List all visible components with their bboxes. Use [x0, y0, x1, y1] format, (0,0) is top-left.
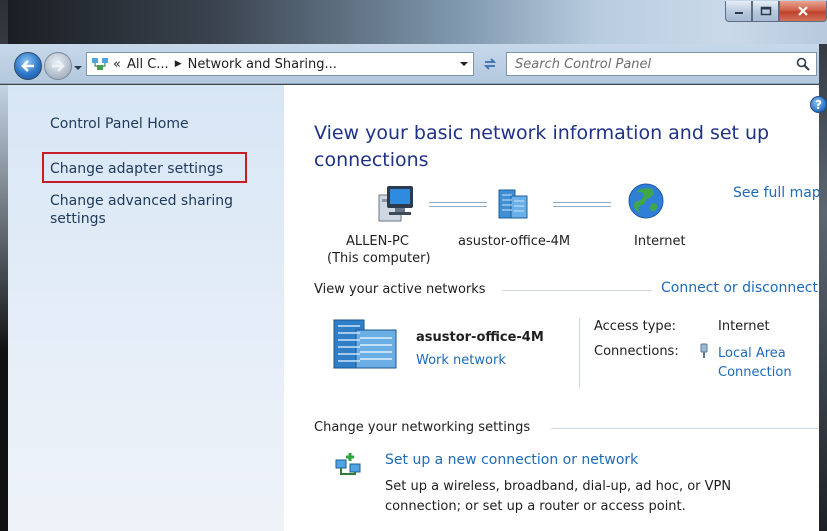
- network-center-icon: [92, 58, 108, 70]
- connections-label: Connections:: [594, 344, 679, 359]
- internet-globe-icon[interactable]: [627, 182, 665, 220]
- map-connector-line: [553, 202, 611, 207]
- section-divider: [502, 290, 652, 291]
- breadcrumb-overflow[interactable]: «: [113, 57, 121, 72]
- search-input[interactable]: [515, 56, 775, 72]
- minimize-icon: [734, 12, 743, 14]
- vertical-divider: [579, 318, 580, 388]
- map-connector-line: [429, 202, 487, 207]
- help-button[interactable]: ?: [810, 96, 827, 113]
- computer-icon[interactable]: [373, 183, 417, 223]
- change-adapter-settings-link[interactable]: Change adapter settings: [50, 160, 223, 178]
- page-title: View your basic network information and …: [314, 122, 770, 171]
- window-controls: [725, 1, 827, 25]
- breadcrumb-network-and-sharing[interactable]: Network and Sharing...: [188, 57, 337, 72]
- recent-pages-button[interactable]: [73, 62, 83, 72]
- see-full-map-link[interactable]: See full map: [733, 185, 821, 201]
- network-name-label: asustor-office-4M: [458, 234, 571, 249]
- maximize-button[interactable]: [752, 1, 779, 22]
- address-dropdown-icon[interactable]: [459, 59, 469, 69]
- refresh-button[interactable]: [478, 52, 502, 76]
- local-area-connection-link[interactable]: Local Area Connection: [718, 344, 808, 382]
- network-building-icon[interactable]: [497, 186, 531, 220]
- window-border: [0, 85, 8, 531]
- breadcrumb-separator-icon[interactable]: ▶: [175, 59, 182, 69]
- setup-new-connection-link[interactable]: Set up a new connection or network: [385, 452, 638, 468]
- breadcrumb-all-control-panel[interactable]: All C...: [127, 57, 169, 72]
- change-advanced-sharing-settings-link[interactable]: Change advanced sharing settings: [50, 192, 250, 228]
- connect-or-disconnect-link[interactable]: Connect or disconnect: [661, 280, 818, 296]
- change-settings-title: Change your networking settings: [314, 420, 531, 435]
- close-icon: [798, 6, 808, 16]
- access-type-label: Access type:: [594, 319, 677, 334]
- network-building-icon: [333, 319, 397, 369]
- new-connection-icon: [335, 453, 361, 475]
- ethernet-plug-icon: [700, 343, 708, 358]
- back-arrow-icon: [21, 60, 34, 72]
- active-networks-title: View your active networks: [314, 282, 486, 297]
- minimize-button[interactable]: [725, 1, 752, 22]
- search-box[interactable]: [506, 52, 817, 76]
- section-divider: [551, 428, 818, 429]
- active-network-name: asustor-office-4M: [416, 330, 544, 345]
- chevron-down-icon: [74, 66, 82, 70]
- forward-button[interactable]: [44, 52, 72, 80]
- forward-arrow-icon: [52, 60, 65, 72]
- control-panel-home-link[interactable]: Control Panel Home: [50, 115, 189, 133]
- search-icon[interactable]: [796, 57, 810, 71]
- address-bar[interactable]: « All C... ▶ Network and Sharing...: [86, 52, 474, 76]
- computer-sub-label: (This computer): [327, 251, 431, 266]
- computer-name-label: ALLEN-PC: [346, 234, 409, 249]
- title-bar[interactable]: [8, 0, 827, 44]
- internet-label: Internet: [634, 234, 686, 249]
- access-type-value: Internet: [718, 319, 770, 334]
- back-button[interactable]: [14, 52, 42, 80]
- maximize-icon: [760, 6, 771, 16]
- close-button[interactable]: [779, 1, 827, 22]
- setup-description: Set up a wireless, broadband, dial-up, a…: [385, 479, 732, 514]
- network-type-link[interactable]: Work network: [416, 353, 506, 368]
- refresh-icon: [483, 58, 497, 70]
